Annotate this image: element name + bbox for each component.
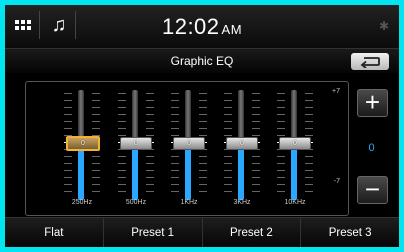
current-value: 0: [368, 142, 375, 154]
increase-button[interactable]: +: [357, 89, 388, 117]
band-frequency-label: 1KHz: [180, 199, 198, 206]
eq-band-10khz[interactable]: 0 10KHz: [275, 90, 315, 206]
eq-band-250hz[interactable]: 0 250Hz: [62, 90, 102, 206]
band-frequency-label: 10KHz: [284, 199, 306, 206]
preset-2-button[interactable]: Preset 2: [203, 218, 302, 247]
slider-knob[interactable]: 0: [66, 136, 100, 151]
status-bar: ♫ 12:02 AM ✱: [5, 5, 399, 48]
preset-1-button[interactable]: Preset 1: [104, 218, 203, 247]
eq-band-3khz[interactable]: 0 3KHz: [222, 90, 262, 206]
bluetooth-icon: ✱: [378, 19, 389, 33]
band-frequency-label: 500Hz: [125, 199, 147, 206]
page-title: Graphic EQ: [170, 54, 234, 68]
slider-knob[interactable]: 0: [279, 137, 311, 150]
slider-fill: [238, 148, 244, 200]
preset-bar: Flat Preset 1 Preset 2 Preset 3: [5, 217, 399, 247]
preset-flat-button[interactable]: Flat: [5, 218, 104, 247]
back-button[interactable]: [351, 53, 389, 70]
scale-max-label: +7: [332, 88, 340, 95]
title-bar: Graphic EQ: [5, 48, 399, 73]
slider-knob[interactable]: 0: [120, 137, 152, 150]
eq-band-500hz[interactable]: 0 500Hz: [116, 90, 156, 206]
preset-3-button[interactable]: Preset 3: [301, 218, 399, 247]
band-frequency-label: 250Hz: [71, 199, 93, 206]
decrease-button[interactable]: −: [357, 176, 388, 204]
scale-min-label: -7: [333, 178, 340, 185]
slider-fill: [185, 148, 191, 200]
slider-fill: [132, 148, 138, 200]
eq-band-1khz[interactable]: 0 1KHz: [169, 90, 209, 206]
eq-slider-panel: +7 -7 0 250Hz 0 500Hz 0 1KHz 0 3KHz 0 10KHz: [25, 81, 349, 216]
eq-screen: ♫ 12:02 AM ✱ Graphic EQ +7 -7 0 250Hz 0 500H…: [5, 5, 399, 247]
back-arrow-icon: [360, 56, 380, 68]
clock: 12:02 AM: [161, 14, 243, 39]
slider-knob[interactable]: 0: [173, 137, 205, 150]
slider-fill: [291, 148, 297, 200]
band-frequency-label: 3KHz: [233, 199, 251, 206]
slider-knob[interactable]: 0: [226, 137, 258, 150]
slider-fill: [78, 148, 84, 200]
